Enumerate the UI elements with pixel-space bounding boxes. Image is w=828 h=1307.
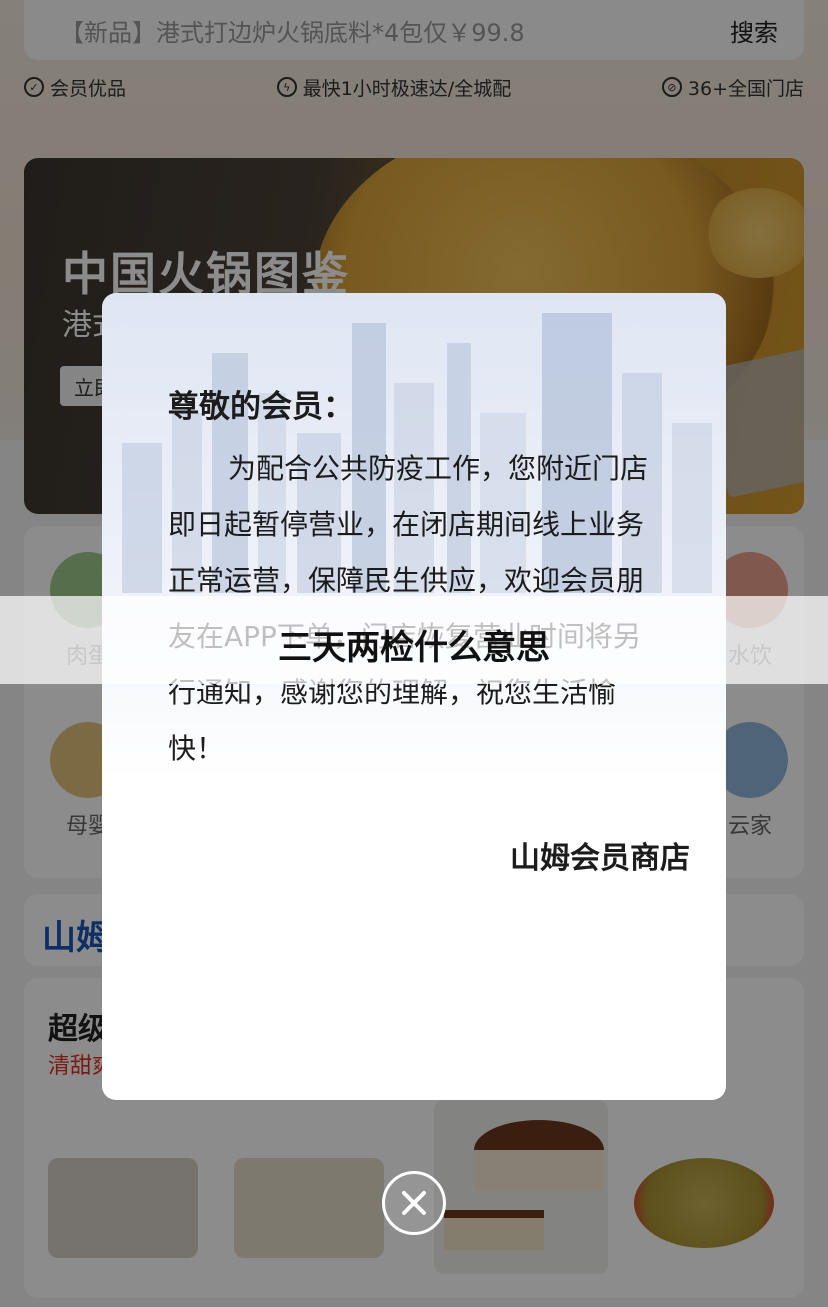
watermark-caption: 三天两检什么意思 [278,628,550,668]
modal-heading: 尊敬的会员： [168,389,354,425]
close-icon [402,1191,426,1215]
close-button[interactable] [382,1171,446,1235]
notice-modal: 尊敬的会员： 为配合公共防疫工作，您附近门店即日起暂停营业，在闭店期间线上业务正… [102,293,726,1100]
modal-signature: 山姆会员商店 [510,841,690,876]
